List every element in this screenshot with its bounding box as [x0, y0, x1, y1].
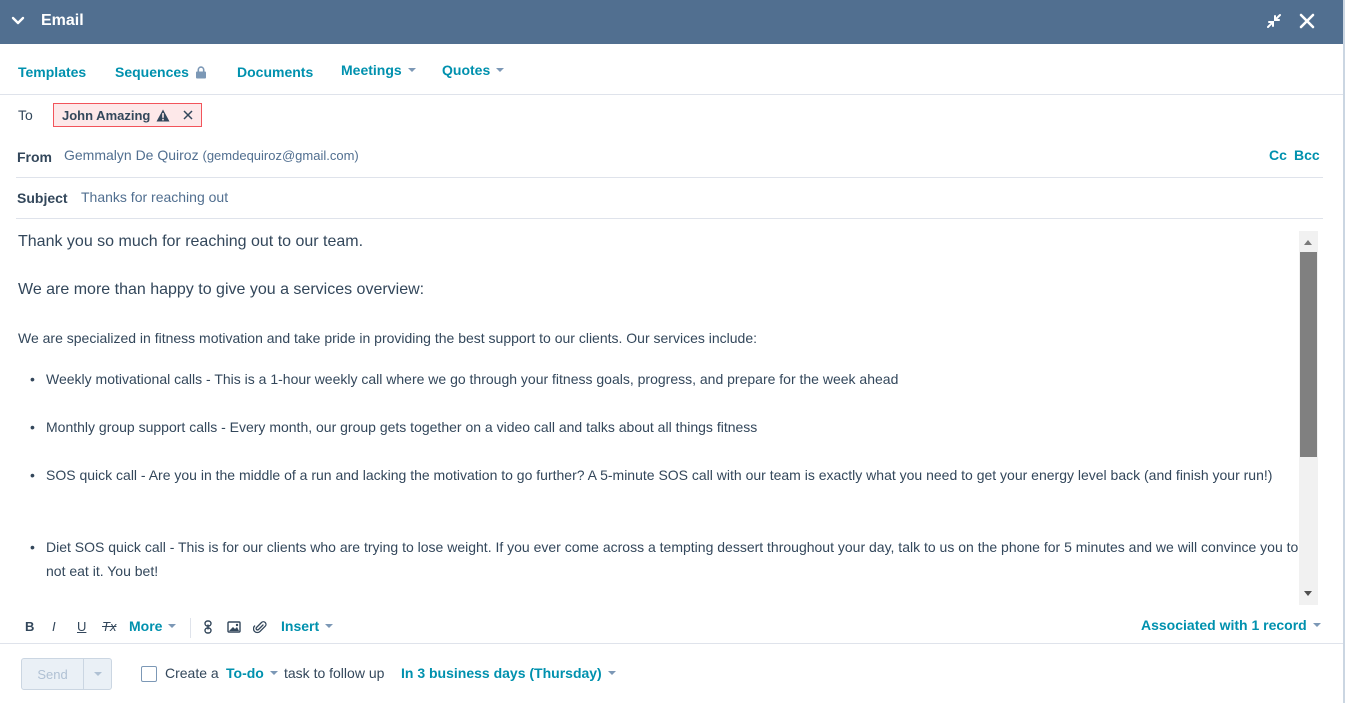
email-body-editor[interactable]: Thank you so much for reaching out to ou… [18, 230, 1300, 605]
send-button[interactable]: Send [21, 658, 84, 690]
recipient-chip[interactable]: John Amazing [53, 103, 203, 127]
email-header: Email [0, 0, 1343, 44]
documents-link[interactable]: Documents [237, 64, 313, 80]
caret-down-icon [1312, 623, 1321, 627]
attachment-icon[interactable] [253, 620, 267, 634]
list-item: Weekly motivational calls - This is a 1-… [30, 367, 1300, 391]
from-label: From [17, 149, 52, 165]
quotes-dropdown[interactable]: Quotes [442, 62, 505, 78]
italic-button[interactable]: I [52, 619, 56, 634]
sequences-link[interactable]: Sequences [115, 64, 207, 80]
subject-input[interactable]: Thanks for reaching out [81, 189, 228, 205]
templates-link[interactable]: Templates [18, 64, 86, 80]
email-footer: Send Create a To-do task to follow up In… [0, 645, 1343, 703]
insert-dropdown[interactable]: Insert [281, 618, 334, 634]
remove-recipient-icon[interactable] [183, 110, 193, 120]
from-email: (gemdequiroz@gmail.com) [202, 148, 359, 163]
from-name: Gemmalyn De Quiroz [64, 147, 199, 163]
task-follow-up-label: task to follow up [284, 665, 385, 681]
warning-icon [156, 109, 170, 121]
caret-down-icon [168, 624, 177, 628]
caret-down-icon [93, 672, 102, 676]
scrollbar-thumb[interactable] [1300, 252, 1317, 457]
task-type-dropdown[interactable]: To-do [226, 665, 278, 681]
link-icon[interactable] [201, 620, 215, 634]
more-dropdown[interactable]: More [129, 618, 177, 634]
body-paragraph: We are specialized in fitness motivation… [18, 330, 758, 346]
bold-button[interactable]: B [25, 619, 34, 634]
list-item: Diet SOS quick call - This is for our cl… [30, 535, 1300, 583]
underline-button[interactable]: U [77, 619, 86, 634]
email-title: Email [41, 12, 84, 29]
minimize-icon[interactable] [1266, 13, 1282, 29]
caret-down-icon [607, 671, 616, 675]
close-icon[interactable] [1298, 12, 1316, 30]
to-label: To [18, 107, 33, 123]
format-toolbar: B I U Tx More Insert Associated with 1 r… [0, 612, 1343, 644]
task-due-dropdown[interactable]: In 3 business days (Thursday) [401, 665, 616, 681]
lock-icon [195, 65, 206, 78]
body-paragraph: Thank you so much for reaching out to ou… [18, 233, 364, 250]
create-task-checkbox[interactable] [141, 666, 157, 682]
body-paragraph: We are more than happy to give you a ser… [18, 281, 425, 298]
scroll-up-icon[interactable] [1304, 240, 1312, 245]
divider [16, 177, 1323, 178]
associated-records-dropdown[interactable]: Associated with 1 record [1141, 617, 1321, 633]
caret-down-icon [269, 671, 278, 675]
caret-down-icon [325, 624, 334, 628]
email-toolbar: Templates Sequences Documents Meetings Q… [0, 44, 1343, 95]
clear-format-button[interactable]: Tx [102, 619, 116, 634]
create-task-label: Create a [165, 665, 219, 681]
from-select[interactable]: Gemmalyn De Quiroz (gemdequiroz@gmail.co… [64, 147, 359, 163]
subject-label: Subject [17, 190, 68, 206]
send-options-dropdown[interactable] [83, 658, 112, 690]
list-item: Monthly group support calls - Every mont… [30, 415, 1300, 439]
toolbar-separator [190, 618, 191, 638]
caret-down-icon [496, 68, 505, 72]
scroll-down-icon[interactable] [1304, 591, 1312, 596]
image-icon[interactable] [227, 620, 241, 634]
caret-down-icon [407, 68, 416, 72]
cc-link[interactable]: Cc [1269, 147, 1287, 163]
recipient-name: John Amazing [62, 107, 151, 123]
meetings-dropdown[interactable]: Meetings [341, 62, 416, 78]
chevron-down-icon[interactable] [10, 13, 26, 29]
bcc-link[interactable]: Bcc [1294, 147, 1320, 163]
divider [16, 218, 1323, 219]
list-item: SOS quick call - Are you in the middle o… [30, 463, 1300, 487]
